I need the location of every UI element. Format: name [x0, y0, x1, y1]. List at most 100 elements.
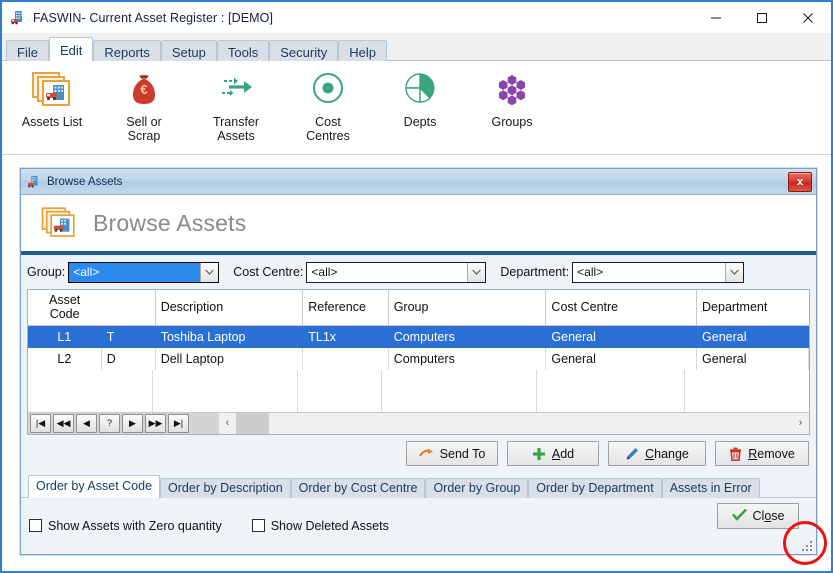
trash-icon [729, 447, 742, 461]
nav-last-button[interactable]: ▶| [168, 413, 189, 433]
horizontal-scrollbar[interactable]: ‹ › [219, 412, 809, 434]
nav-prior-page-button[interactable]: ◀◀ [53, 413, 74, 433]
pencil-icon [625, 447, 639, 461]
action-button-row: Send To Add Change Remove [21, 435, 816, 470]
column-header-description[interactable]: Description [155, 290, 304, 326]
column-header-group[interactable]: Group [388, 290, 547, 326]
dialog-close-button[interactable]: x [788, 172, 812, 192]
money-bag-icon: € [121, 67, 167, 113]
table-row[interactable]: L2 D Dell Laptop Computers General Gener… [28, 347, 809, 370]
group-filter-select[interactable]: <all> [68, 261, 220, 283]
column-header-cost-centre[interactable]: Cost Centre [545, 290, 698, 326]
checkbox-box[interactable] [251, 519, 265, 533]
scroll-left-icon[interactable]: ‹ [219, 412, 236, 434]
toolbar-button-transfer-assets[interactable]: Transfer Assets [190, 61, 282, 143]
navigator-buttons: |◀ ◀◀ ◀ ? ▶ ▶▶ ▶| [28, 412, 191, 434]
toolbar-label-cost-line1: Cost [315, 115, 341, 129]
toolbar-label-transfer-line2: Assets [217, 129, 255, 143]
toolbar-label-groups: Groups [491, 115, 533, 129]
maximize-icon[interactable] [739, 2, 785, 33]
tab-order-by-description[interactable]: Order by Description [160, 477, 291, 498]
title-bar: FASWIN- Current Asset Register : [DEMO] [2, 2, 831, 33]
menu-item-tools[interactable]: Tools [216, 40, 270, 61]
nav-help-button[interactable]: ? [99, 413, 120, 433]
close-button[interactable]: Close [717, 502, 799, 529]
resize-grip[interactable] [800, 539, 812, 551]
toolbar-label-transfer-line1: Transfer [212, 115, 260, 129]
building-icon [10, 10, 26, 26]
add-button[interactable]: Add [507, 441, 599, 467]
application-window: FASWIN- Current Asset Register : [DEMO] … [0, 0, 833, 573]
menu-item-help[interactable]: Help [338, 40, 387, 61]
green-check-icon [731, 508, 747, 524]
chevron-down-icon [467, 262, 486, 282]
menu-item-edit[interactable]: Edit [48, 37, 94, 61]
column-header-asset-type[interactable] [101, 290, 156, 326]
scroll-right-icon[interactable]: › [792, 412, 809, 434]
send-to-label: Send To [439, 446, 486, 461]
toolbar-button-assets-list[interactable]: Assets List [6, 61, 98, 129]
menu-item-reports[interactable]: Reports [93, 40, 161, 61]
show-deleted-assets-checkbox[interactable]: Show Deleted Assets [251, 519, 389, 533]
tab-order-by-group[interactable]: Order by Group [425, 477, 529, 498]
toolbar: Assets List € Sell or Scrap Transfer Ass… [2, 61, 831, 155]
tab-order-by-asset-code[interactable]: Order by Asset Code [28, 474, 161, 498]
department-filter-value: <all> [577, 265, 604, 279]
hexagon-cluster-icon [489, 67, 535, 113]
cell-reference [302, 347, 389, 370]
toolbar-label-sell-line2: Scrap [127, 129, 161, 143]
plus-icon [532, 447, 546, 461]
dialog-title-bar: Browse Assets x [21, 169, 816, 195]
remove-button[interactable]: Remove [715, 441, 809, 467]
cell-group: Computers [388, 325, 547, 348]
show-zero-quantity-checkbox[interactable]: Show Assets with Zero quantity [29, 519, 222, 533]
cell-department: General [696, 325, 809, 348]
change-button[interactable]: Change [608, 441, 706, 467]
nav-next-button[interactable]: ▶ [122, 413, 143, 433]
nav-first-button[interactable]: |◀ [30, 413, 51, 433]
show-zero-quantity-label: Show Assets with Zero quantity [48, 518, 222, 533]
table-row[interactable]: L1 T Toshiba Laptop TL1x Computers Gener… [28, 325, 809, 348]
checkbox-box[interactable] [29, 519, 42, 533]
send-to-button[interactable]: Send To [406, 441, 498, 467]
tab-assets-in-error[interactable]: Assets in Error [661, 477, 760, 498]
toolbar-button-depts[interactable]: Depts [374, 61, 466, 129]
column-header-reference[interactable]: Reference [302, 290, 389, 326]
scrollbar-track[interactable] [269, 412, 792, 434]
cell-description: Toshiba Laptop [155, 325, 304, 348]
department-filter-select[interactable]: <all> [572, 261, 745, 283]
close-icon[interactable] [785, 2, 831, 33]
menu-item-setup[interactable]: Setup [160, 40, 217, 61]
tab-order-by-department[interactable]: Order by Department [528, 477, 662, 498]
arrows-transfer-icon [213, 67, 259, 113]
window-controls [693, 2, 831, 33]
column-header-asset-code[interactable]: Asset Code [28, 290, 102, 326]
cell-cost-centre: General [545, 347, 698, 370]
menu-item-file[interactable]: File [6, 40, 49, 61]
change-label: Change [645, 446, 689, 461]
tab-order-by-cost-centre[interactable]: Order by Cost Centre [290, 477, 426, 498]
browse-assets-dialog: Browse Assets x Browse Assets Group: <al… [20, 168, 817, 555]
toolbar-label-assets-list: Assets List [21, 115, 83, 129]
cell-asset-code: L1 [28, 325, 102, 348]
assets-table: Asset Code Description Reference Group C… [28, 290, 809, 370]
cell-reference: TL1x [302, 325, 389, 348]
cell-department: General [696, 347, 809, 370]
remove-accel: R [748, 446, 758, 461]
assets-grid[interactable]: Asset Code Description Reference Group C… [27, 289, 810, 435]
toolbar-button-groups[interactable]: Groups [466, 61, 558, 129]
grid-empty-area [28, 369, 809, 412]
column-header-department[interactable]: Department [696, 290, 809, 326]
target-circle-icon [305, 67, 351, 113]
scrollbar-thumb[interactable] [236, 412, 269, 434]
menu-item-security[interactable]: Security [269, 40, 339, 61]
cost-centre-filter-select[interactable]: <all> [306, 261, 487, 283]
add-accel: A [551, 446, 561, 461]
nav-next-page-button[interactable]: ▶▶ [145, 413, 166, 433]
nav-prior-button[interactable]: ◀ [76, 413, 97, 433]
toolbar-button-cost-centres[interactable]: Cost Centres [282, 61, 374, 143]
minimize-icon[interactable] [693, 2, 739, 33]
toolbar-button-sell-or-scrap[interactable]: € Sell or Scrap [98, 61, 190, 143]
add-label: Add [551, 446, 575, 461]
menu-bar: File Edit Reports Setup Tools Security H… [2, 33, 831, 61]
